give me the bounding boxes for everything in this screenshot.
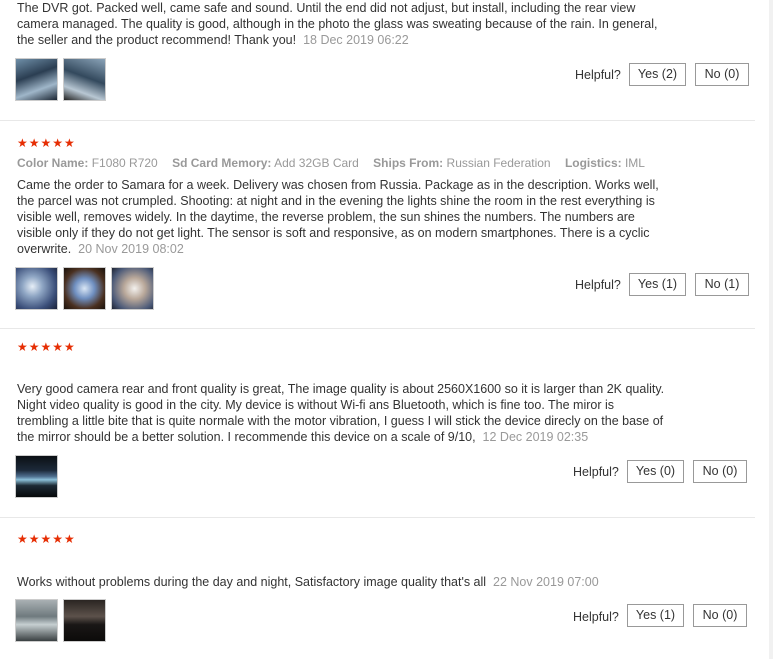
attr-key: Color Name: xyxy=(17,156,89,170)
review-photos xyxy=(15,599,106,642)
helpful-yes-button[interactable]: Yes (0) xyxy=(627,460,684,483)
review-divider xyxy=(0,328,755,329)
attr-key: Ships From: xyxy=(373,156,444,170)
helpful-label: Helpful? xyxy=(573,465,619,479)
helpful-label: Helpful? xyxy=(575,68,621,82)
review-date: 22 Nov 2019 07:00 xyxy=(493,575,599,589)
star-rating: ★★★★★ xyxy=(17,136,76,150)
review-photo-thumbnail[interactable] xyxy=(63,599,106,642)
review-date: 20 Nov 2019 08:02 xyxy=(78,242,184,256)
helpful-no-button[interactable]: No (0) xyxy=(693,604,747,627)
review-photo-thumbnail[interactable] xyxy=(15,599,58,642)
review-text: The DVR got. Packed well, came safe and … xyxy=(17,0,667,48)
review-divider xyxy=(0,517,755,518)
helpful-no-button[interactable]: No (1) xyxy=(695,273,749,296)
helpful-no-button[interactable]: No (0) xyxy=(693,460,747,483)
review-photo-thumbnail[interactable] xyxy=(111,267,154,310)
helpful-no-button[interactable]: No (0) xyxy=(695,63,749,86)
star-rating: ★★★★★ xyxy=(17,340,76,354)
review-text: Came the order to Samara for a week. Del… xyxy=(17,177,667,257)
review-date: 12 Dec 2019 02:35 xyxy=(482,430,589,444)
helpful-label: Helpful? xyxy=(575,278,621,292)
review-date: 18 Dec 2019 06:22 xyxy=(303,33,409,47)
review-photos xyxy=(15,267,154,310)
attr-key: Logistics: xyxy=(564,156,622,170)
helpful-yes-button[interactable]: Yes (1) xyxy=(627,604,684,627)
review-photo-thumbnail[interactable] xyxy=(63,267,106,310)
attr-value: Russian Federation xyxy=(446,156,551,170)
review-text: Works without problems during the day an… xyxy=(17,574,667,590)
attr-value: Add 32GB Card xyxy=(274,156,359,170)
attr-value: F1080 R720 xyxy=(91,156,158,170)
order-attributes: Color Name: F1080 R720 Sd Card Memory: A… xyxy=(17,156,656,170)
star-rating: ★★★★★ xyxy=(17,532,76,546)
helpful-label: Helpful? xyxy=(573,610,619,624)
attr-value: IML xyxy=(624,156,645,170)
review-photo-thumbnail[interactable] xyxy=(63,58,106,101)
review-photo-thumbnail[interactable] xyxy=(15,267,58,310)
review-photos xyxy=(15,58,106,101)
review-text: Very good camera rear and front quality … xyxy=(17,381,667,445)
review-photo-thumbnail[interactable] xyxy=(15,58,58,101)
page-scrollbar[interactable] xyxy=(769,0,773,659)
attr-key: Sd Card Memory: xyxy=(172,156,272,170)
helpful-yes-button[interactable]: Yes (2) xyxy=(629,63,686,86)
review-divider xyxy=(0,120,755,121)
helpful-yes-button[interactable]: Yes (1) xyxy=(629,273,686,296)
review-photo-thumbnail[interactable] xyxy=(15,455,58,498)
review-body: Works without problems during the day an… xyxy=(17,575,487,589)
review-photos xyxy=(15,455,58,498)
